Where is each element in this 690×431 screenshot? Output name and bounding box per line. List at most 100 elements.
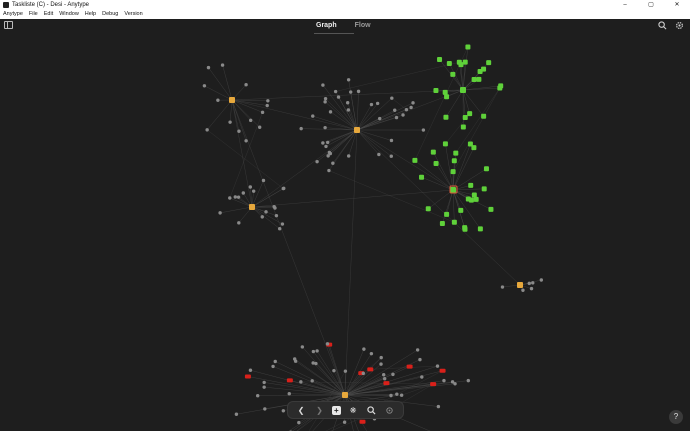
graph-node[interactable] — [323, 125, 327, 130]
graph-node[interactable] — [260, 215, 264, 219]
task-node[interactable] — [450, 71, 456, 77]
graph-node[interactable] — [216, 98, 220, 102]
graph-node[interactable] — [349, 90, 353, 94]
video-node[interactable] — [367, 367, 374, 372]
graph-node[interactable] — [411, 101, 415, 105]
graph-node[interactable] — [327, 168, 331, 173]
plus-icon[interactable]: + — [331, 405, 341, 415]
task-node[interactable] — [433, 160, 439, 166]
graph-node[interactable] — [251, 189, 256, 193]
close-button[interactable]: ✕ — [664, 0, 690, 10]
graph-icon[interactable]: ❋ — [347, 404, 359, 416]
graph-node[interactable] — [244, 139, 248, 143]
settings-icon[interactable] — [384, 404, 396, 416]
graph-node[interactable] — [266, 99, 270, 103]
task-node[interactable] — [462, 225, 468, 231]
graph-node[interactable] — [206, 65, 211, 70]
graph-node[interactable] — [331, 161, 335, 165]
graph-node[interactable] — [375, 101, 380, 106]
gear-icon[interactable] — [675, 21, 684, 30]
graph-node[interactable] — [466, 378, 471, 383]
menu-debug[interactable]: Debug — [102, 10, 118, 19]
graph-node[interactable] — [333, 89, 338, 94]
graph-node[interactable] — [393, 108, 397, 112]
task-node[interactable] — [477, 226, 483, 232]
graph-node[interactable] — [292, 357, 297, 361]
graph-node[interactable] — [450, 380, 455, 384]
forward-icon[interactable]: ❯ — [313, 404, 325, 416]
graph-node[interactable] — [321, 83, 325, 87]
video-node[interactable] — [439, 368, 446, 373]
graph-node[interactable] — [277, 226, 282, 231]
graph-node[interactable] — [442, 378, 446, 383]
graph-canvas[interactable] — [0, 39, 690, 431]
task-node[interactable] — [446, 61, 452, 67]
task-node[interactable] — [433, 88, 439, 94]
graph-node[interactable] — [261, 178, 266, 183]
graph-node[interactable] — [391, 372, 395, 377]
graph-node[interactable] — [244, 83, 248, 87]
graph-node[interactable] — [218, 211, 222, 215]
graph-node[interactable] — [257, 125, 262, 129]
graph-node[interactable] — [228, 120, 232, 124]
task-node[interactable] — [430, 149, 436, 155]
graph-node[interactable] — [401, 113, 405, 117]
hub-node[interactable] — [249, 204, 255, 210]
graph-node[interactable] — [362, 347, 366, 351]
graph-node[interactable] — [336, 95, 341, 99]
graph-node[interactable] — [369, 351, 374, 356]
graph-node[interactable] — [539, 278, 544, 282]
graph-node[interactable] — [527, 281, 531, 286]
task-node[interactable] — [444, 211, 450, 217]
task-node[interactable] — [442, 89, 448, 95]
tab-graph[interactable]: Graph — [314, 20, 339, 32]
graph-node[interactable] — [394, 115, 399, 120]
graph-node[interactable] — [345, 101, 350, 105]
graph-node[interactable] — [356, 89, 361, 94]
graph-node[interactable] — [382, 373, 386, 377]
video-node[interactable] — [286, 378, 293, 383]
task-node[interactable] — [458, 207, 464, 213]
graph-node[interactable] — [395, 392, 399, 396]
video-node[interactable] — [359, 419, 366, 424]
graph-node[interactable] — [389, 154, 393, 158]
graph-node[interactable] — [343, 369, 348, 373]
task-node[interactable] — [476, 76, 482, 82]
graph-node[interactable] — [436, 404, 441, 409]
task-node[interactable] — [425, 206, 431, 212]
menu-edit[interactable]: Edit — [44, 10, 53, 19]
graph-node[interactable] — [378, 116, 382, 121]
task-node[interactable] — [439, 220, 445, 226]
task-node[interactable] — [486, 60, 492, 66]
graph-node[interactable] — [237, 129, 241, 133]
graph-node[interactable] — [361, 371, 366, 376]
task-node[interactable] — [481, 186, 487, 192]
graph-node[interactable] — [377, 152, 381, 157]
graph-node[interactable] — [234, 412, 239, 416]
graph-node[interactable] — [273, 206, 277, 210]
graph-node[interactable] — [529, 286, 534, 291]
task-node[interactable] — [471, 192, 477, 198]
video-node[interactable] — [383, 381, 390, 386]
graph-node[interactable] — [379, 362, 383, 366]
video-node[interactable] — [406, 364, 413, 369]
graph-node[interactable] — [328, 110, 333, 114]
graph-node[interactable] — [262, 380, 266, 385]
hub-node[interactable] — [229, 97, 235, 103]
menu-window[interactable]: Window — [59, 10, 79, 19]
task-node[interactable] — [453, 150, 459, 156]
maximize-button[interactable]: ▢ — [638, 0, 664, 10]
minimize-button[interactable]: – — [612, 0, 638, 10]
hub-node[interactable] — [517, 282, 523, 288]
graph-node[interactable] — [323, 100, 327, 104]
task-node[interactable] — [467, 141, 473, 147]
graph-node[interactable] — [382, 377, 387, 381]
task-node[interactable] — [488, 206, 494, 212]
task-node[interactable] — [483, 166, 489, 172]
graph-node[interactable] — [233, 195, 237, 199]
menu-version[interactable]: Version — [124, 10, 142, 19]
video-node[interactable] — [430, 382, 437, 387]
graph-node[interactable] — [248, 185, 253, 189]
menu-file[interactable]: File — [29, 10, 38, 19]
graph-node[interactable] — [299, 380, 303, 384]
